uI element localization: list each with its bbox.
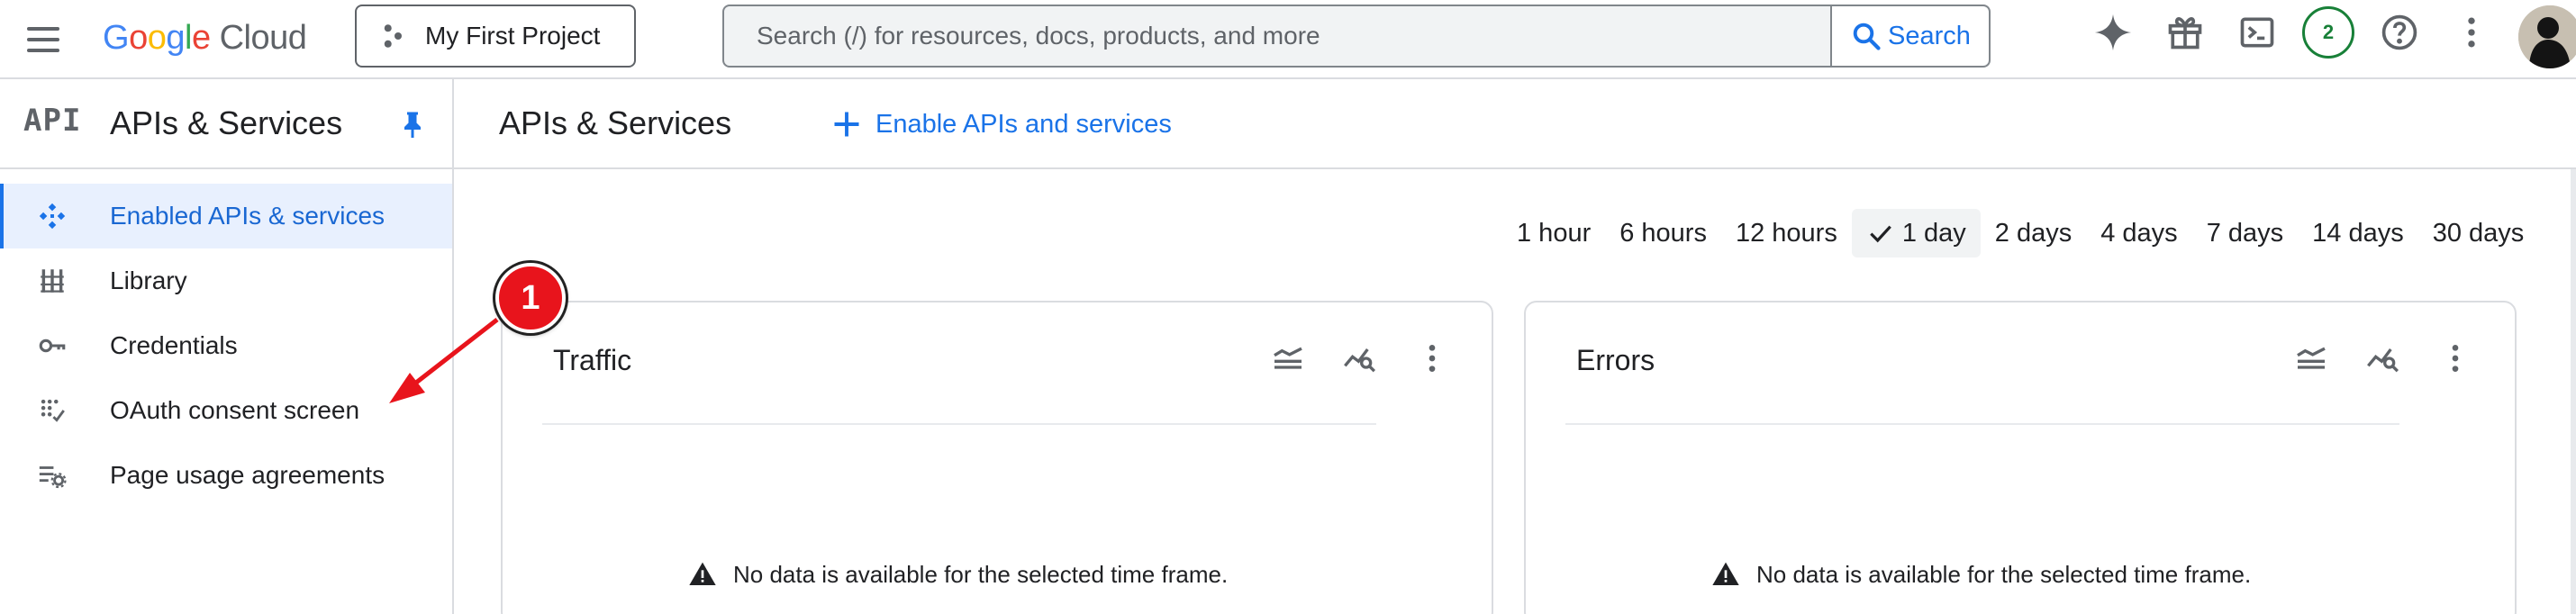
time-range-selector: 1 hour 6 hours 12 hours 1 day 2 days 4 d… <box>1502 209 2538 257</box>
time-range-30-days[interactable]: 30 days <box>2418 209 2539 257</box>
card-title: Traffic <box>553 344 632 376</box>
page-title: APIs & Services <box>499 104 732 141</box>
legend-toggle-icon[interactable] <box>2288 335 2335 382</box>
check-icon <box>1870 225 1891 243</box>
sidebar-item-library[interactable]: Library <box>0 248 452 313</box>
scrollbar[interactable] <box>2571 169 2576 614</box>
time-range-1-hour[interactable]: 1 hour <box>1502 209 1605 257</box>
gift-icon[interactable] <box>2162 9 2209 56</box>
library-icon <box>34 263 70 299</box>
annotation-step-badge: 1 <box>495 263 566 333</box>
oauth-icon <box>34 393 70 429</box>
settings-list-icon <box>34 457 70 493</box>
sidebar-item-credentials[interactable]: Credentials <box>0 313 452 378</box>
time-range-12-hours[interactable]: 12 hours <box>1721 209 1852 257</box>
no-data-message: No data is available for the selected ti… <box>688 560 1228 589</box>
help-icon[interactable] <box>2376 9 2423 56</box>
sidebar-item-oauth-consent[interactable]: OAuth consent screen <box>0 378 452 443</box>
explore-chart-icon[interactable] <box>2360 335 2407 382</box>
time-range-7-days[interactable]: 7 days <box>2192 209 2298 257</box>
gemini-icon[interactable] <box>2090 9 2136 56</box>
left-sidebar: API APIs & Services Enabled APIs & servi… <box>0 79 454 614</box>
google-cloud-logo[interactable]: Go o g l e Cloud <box>103 14 307 61</box>
project-name: My First Project <box>425 22 601 50</box>
sidebar-header: API APIs & Services <box>0 79 454 169</box>
sidebar-title: APIs & Services <box>110 104 343 141</box>
project-picker-button[interactable]: My First Project <box>355 5 636 68</box>
time-range-1-day[interactable]: 1 day <box>1851 209 1981 257</box>
sidebar-nav: Enabled APIs & services Library Credenti… <box>0 184 452 508</box>
cloud-shell-icon[interactable] <box>2234 9 2281 56</box>
legend-toggle-icon[interactable] <box>1265 335 1311 382</box>
api-logo: API <box>23 103 82 139</box>
search-icon <box>1853 23 1881 50</box>
time-range-2-days[interactable]: 2 days <box>1981 209 2086 257</box>
main-menu-icon[interactable] <box>23 20 63 59</box>
time-range-14-days[interactable]: 14 days <box>2298 209 2418 257</box>
warning-icon <box>689 562 716 585</box>
card-more-icon[interactable] <box>2432 335 2479 382</box>
time-range-4-days[interactable]: 4 days <box>2086 209 2191 257</box>
card-divider <box>542 423 1376 425</box>
no-data-message: No data is available for the selected ti… <box>1711 560 2251 589</box>
sidebar-item-enabled-apis[interactable]: Enabled APIs & services <box>0 184 452 248</box>
sidebar-item-page-usage[interactable]: Page usage agreements <box>0 443 452 508</box>
search-bar[interactable]: Search (/) for resources, docs, products… <box>722 5 1991 68</box>
enabled-apis-icon <box>34 198 70 234</box>
errors-card: Errors No data is available for the sele… <box>1524 301 2517 614</box>
time-range-6-hours[interactable]: 6 hours <box>1605 209 1721 257</box>
main-header: APIs & Services Enable APIs and services <box>454 79 2576 169</box>
notifications-badge[interactable]: 2 <box>2302 6 2354 59</box>
warning-icon <box>1712 562 1739 585</box>
card-divider <box>1565 423 2399 425</box>
card-more-icon[interactable] <box>1409 335 1456 382</box>
search-input[interactable]: Search (/) for resources, docs, products… <box>724 22 1830 50</box>
explore-chart-icon[interactable] <box>1337 335 1383 382</box>
pin-icon[interactable] <box>396 108 429 140</box>
project-dots-icon <box>384 24 402 48</box>
more-vert-icon[interactable] <box>2448 9 2495 56</box>
traffic-card: Traffic No data is available for the sel… <box>501 301 1493 614</box>
card-title: Errors <box>1576 344 1655 376</box>
top-bar: Go o g l e Cloud My First Project Search (/) … <box>0 0 2576 79</box>
key-icon <box>34 328 70 364</box>
add-icon <box>834 112 859 137</box>
search-button[interactable]: Search <box>1830 6 1989 66</box>
enable-apis-button[interactable]: Enable APIs and services <box>830 99 1172 149</box>
avatar[interactable] <box>2518 5 2576 68</box>
